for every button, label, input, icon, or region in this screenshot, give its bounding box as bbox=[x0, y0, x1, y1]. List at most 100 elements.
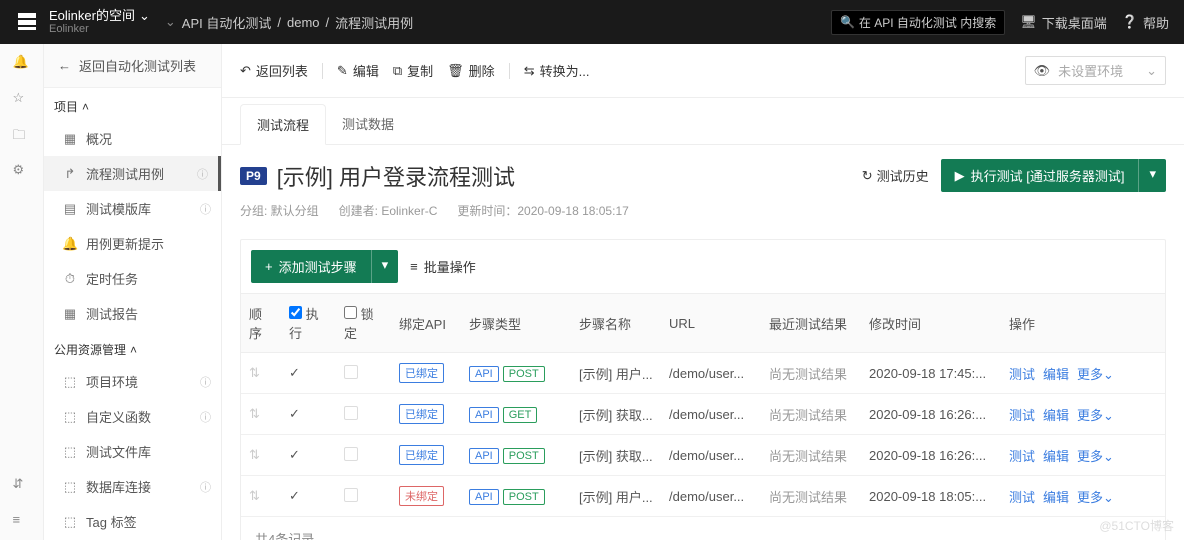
back-to-list[interactable]: ← 返回自动化测试列表 bbox=[44, 44, 221, 88]
row-actions: 测试编辑更多⌄ bbox=[1001, 353, 1165, 394]
sidebar-item-templates[interactable]: ▤测试模版库ⓘ bbox=[44, 191, 221, 226]
row-more[interactable]: 更多⌄ bbox=[1077, 449, 1114, 464]
drag-handle[interactable]: ⇅ bbox=[249, 406, 260, 421]
step-url: /demo/user... bbox=[661, 394, 761, 435]
row-more[interactable]: 更多⌄ bbox=[1077, 408, 1114, 423]
info-icon: ⓘ bbox=[200, 201, 211, 217]
row-edit[interactable]: 编辑 bbox=[1043, 490, 1069, 505]
lock-all-checkbox[interactable] bbox=[344, 306, 357, 319]
main: ↶返回列表 ✎编辑 ⧉复制 🗑删除 ⇆转换为... 👁 未设置环境 ⌄ 测试流程… bbox=[222, 44, 1184, 540]
breadcrumb-item[interactable]: demo bbox=[287, 15, 320, 30]
copy-button[interactable]: ⧉复制 bbox=[393, 61, 433, 80]
lock-checkbox[interactable] bbox=[344, 365, 358, 379]
table-footer: 共4条记录 bbox=[241, 517, 1165, 540]
drag-handle[interactable]: ⇅ bbox=[249, 447, 260, 462]
row-test[interactable]: 测试 bbox=[1009, 367, 1035, 382]
tab-flow[interactable]: 测试流程 bbox=[240, 104, 326, 145]
download-button[interactable]: 🖥 下载桌面端 bbox=[1020, 13, 1107, 32]
topbar: Eolinker的空间⌄ Eolinker ⌄ API 自动化测试 / demo… bbox=[0, 0, 1184, 44]
sidebar-group-project[interactable]: 项目˄ bbox=[44, 88, 221, 121]
sidebar-item-cron[interactable]: ⏱定时任务 bbox=[44, 261, 221, 296]
chevron-down-icon: ▾ bbox=[382, 257, 389, 272]
menu-icon[interactable]: ≡ bbox=[13, 512, 31, 530]
star-icon[interactable]: ☆ bbox=[13, 90, 31, 108]
row-more[interactable]: 更多⌄ bbox=[1077, 490, 1114, 505]
add-step-dropdown[interactable]: ▾ bbox=[371, 250, 399, 283]
breadcrumb-item[interactable]: API 自动化测试 bbox=[182, 13, 272, 32]
sidebar-group-shared[interactable]: 公用资源管理˄ bbox=[44, 331, 221, 364]
batch-button[interactable]: ≡批量操作 bbox=[410, 257, 476, 276]
row-actions: 测试编辑更多⌄ bbox=[1001, 394, 1165, 435]
pencil-icon: ✎ bbox=[337, 63, 348, 79]
sidebar-item-files[interactable]: ⬚测试文件库 bbox=[44, 434, 221, 469]
col-bind: 绑定API bbox=[391, 294, 461, 353]
sidebar-item-env[interactable]: ⬚项目环境ⓘ bbox=[44, 364, 221, 399]
gear-icon[interactable]: ⚙ bbox=[13, 162, 31, 180]
step-name: [示例] 用户... bbox=[571, 476, 661, 517]
sidebar-item-tag[interactable]: ⬚Tag 标签 bbox=[44, 504, 221, 539]
chevron-down-icon[interactable]: ⌄ bbox=[165, 14, 176, 30]
col-result: 最近测试结果 bbox=[761, 294, 861, 353]
lock-checkbox[interactable] bbox=[344, 488, 358, 502]
row-test[interactable]: 测试 bbox=[1009, 449, 1035, 464]
copy-icon: ⧉ bbox=[393, 63, 402, 79]
step-name: [示例] 用户... bbox=[571, 353, 661, 394]
run-test-button[interactable]: ▶执行测试 [通过服务器测试] bbox=[941, 159, 1139, 192]
row-edit[interactable]: 编辑 bbox=[1043, 408, 1069, 423]
back-list-button[interactable]: ↶返回列表 bbox=[240, 61, 308, 80]
drag-handle[interactable]: ⇅ bbox=[249, 488, 260, 503]
back-arrow-icon: ← bbox=[58, 58, 71, 73]
watermark: @51CTO博客 bbox=[1099, 517, 1174, 534]
exec-checkbox[interactable] bbox=[289, 488, 300, 503]
row-edit[interactable]: 编辑 bbox=[1043, 449, 1069, 464]
exec-all-checkbox[interactable] bbox=[289, 306, 302, 319]
breadcrumb-item[interactable]: 流程测试用例 bbox=[335, 13, 413, 32]
sidebar-item-flow[interactable]: ↱流程测试用例ⓘ bbox=[44, 156, 221, 191]
exec-checkbox[interactable] bbox=[289, 447, 300, 462]
chevron-down-icon: ⌄ bbox=[1103, 449, 1114, 464]
sidebar-item-reports[interactable]: ▦测试报告 bbox=[44, 296, 221, 331]
sidebar-item-overview[interactable]: ▦概况 bbox=[44, 121, 221, 156]
col-order: 顺序 bbox=[241, 294, 281, 353]
add-step-button[interactable]: +添加测试步骤 ▾ bbox=[251, 250, 398, 283]
exec-checkbox[interactable] bbox=[289, 406, 300, 421]
row-test[interactable]: 测试 bbox=[1009, 490, 1035, 505]
table-row: ⇅未绑定APIPOST[示例] 用户.../demo/user...尚无测试结果… bbox=[241, 476, 1165, 517]
lock-checkbox[interactable] bbox=[344, 406, 358, 420]
sidebar-item-updates[interactable]: 🔔用例更新提示 bbox=[44, 226, 221, 261]
run-test-dropdown[interactable]: ▾ bbox=[1138, 159, 1166, 192]
breadcrumb: ⌄ API 自动化测试 / demo / 流程测试用例 bbox=[165, 13, 413, 32]
collapse-icon[interactable]: ⇵ bbox=[13, 476, 31, 494]
plus-icon: + bbox=[265, 259, 273, 274]
search-input[interactable]: 🔍 在 API 自动化测试 内搜索 bbox=[831, 10, 1005, 35]
bind-badge: 已绑定 bbox=[399, 445, 444, 465]
cube-icon: ⬚ bbox=[62, 409, 78, 425]
method-badge: POST bbox=[503, 489, 545, 505]
sidebar-item-func[interactable]: ⬚自定义函数ⓘ bbox=[44, 399, 221, 434]
bell-icon[interactable]: 🔔 bbox=[13, 54, 31, 72]
row-more[interactable]: 更多⌄ bbox=[1077, 367, 1114, 382]
app-logo[interactable] bbox=[15, 10, 39, 34]
convert-button[interactable]: ⇆转换为... bbox=[524, 61, 590, 80]
exec-checkbox[interactable] bbox=[289, 365, 300, 380]
row-edit[interactable]: 编辑 bbox=[1043, 367, 1069, 382]
api-badge: API bbox=[469, 407, 499, 423]
sidebar-item-db[interactable]: ⬚数据库连接ⓘ bbox=[44, 469, 221, 504]
workspace-switcher[interactable]: Eolinker的空间⌄ Eolinker bbox=[49, 8, 150, 37]
tabs: 测试流程 测试数据 bbox=[222, 104, 1184, 145]
step-time: 2020-09-18 16:26:... bbox=[861, 394, 1001, 435]
drag-handle[interactable]: ⇅ bbox=[249, 365, 260, 380]
history-button[interactable]: ↻测试历史 bbox=[862, 166, 929, 185]
tab-data[interactable]: 测试数据 bbox=[326, 104, 410, 144]
folder-icon[interactable]: 🗀 bbox=[13, 126, 31, 144]
api-badge: API bbox=[469, 489, 499, 505]
step-time: 2020-09-18 17:45:... bbox=[861, 353, 1001, 394]
icon-rail: 🔔 ☆ 🗀 ⚙ ⇵ ≡ bbox=[0, 44, 44, 540]
chevron-down-icon: ⌄ bbox=[1103, 490, 1114, 505]
env-selector[interactable]: 👁 未设置环境 ⌄ bbox=[1025, 56, 1166, 85]
lock-checkbox[interactable] bbox=[344, 447, 358, 461]
help-button[interactable]: ❔ 帮助 bbox=[1122, 13, 1169, 32]
edit-button[interactable]: ✎编辑 bbox=[337, 61, 379, 80]
row-test[interactable]: 测试 bbox=[1009, 408, 1035, 423]
delete-button[interactable]: 🗑删除 bbox=[447, 61, 495, 80]
